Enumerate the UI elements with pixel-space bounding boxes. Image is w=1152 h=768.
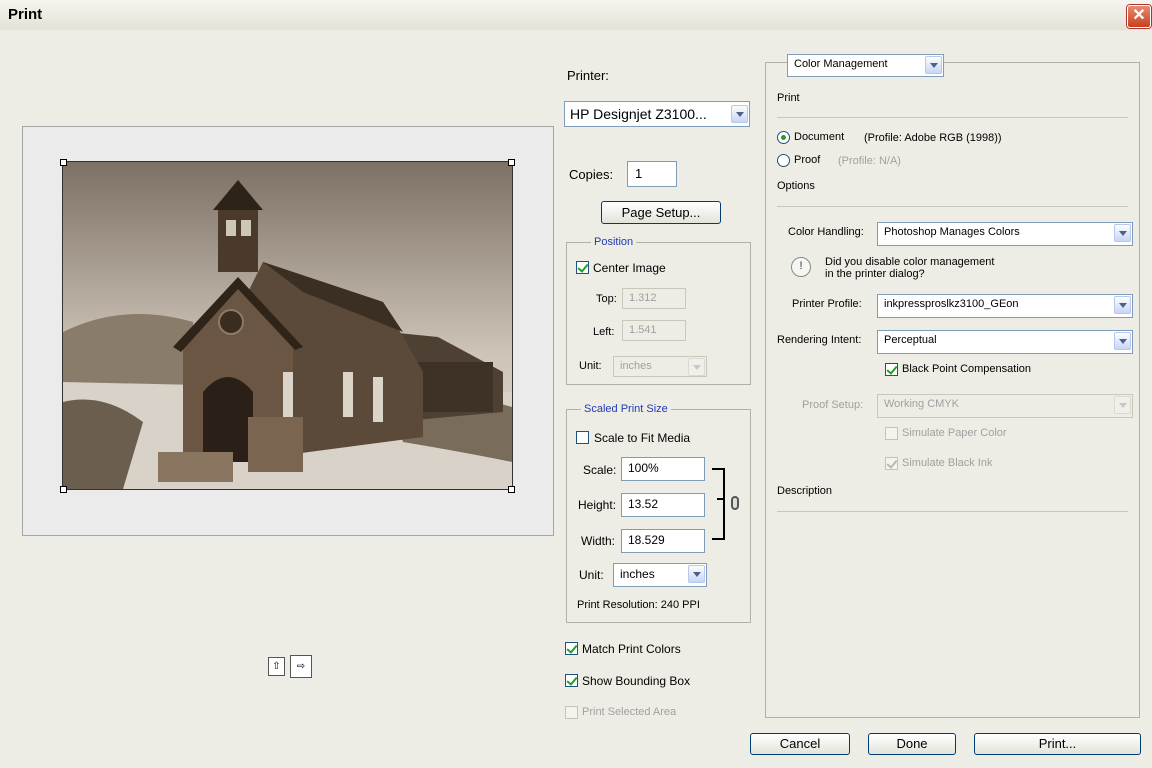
chevron-down-icon: [1114, 224, 1131, 242]
color-handling-select[interactable]: Photoshop Manages Colors: [877, 222, 1133, 246]
scaled-unit-select[interactable]: inches: [613, 563, 707, 587]
proof-setup-label: Proof Setup:: [802, 399, 864, 411]
rendering-intent-value: Perceptual: [884, 334, 937, 346]
preview-image[interactable]: [62, 161, 513, 490]
rendering-intent-label: Rendering Intent:: [777, 334, 862, 346]
match-print-colors-checkbox[interactable]: [565, 642, 578, 655]
print-heading: Print: [777, 92, 800, 104]
chevron-down-icon: [1114, 396, 1131, 414]
simulate-paper-color-label: Simulate Paper Color: [902, 427, 1007, 439]
simulate-paper-color-checkbox[interactable]: [885, 427, 898, 440]
done-button[interactable]: Done: [868, 733, 956, 755]
printer-profile-label: Printer Profile:: [792, 298, 862, 310]
center-image-checkbox[interactable]: [576, 261, 589, 274]
printer-value: HP Designjet Z3100...: [570, 106, 707, 122]
landscape-orientation-icon[interactable]: ⇨: [290, 655, 312, 678]
printer-select[interactable]: HP Designjet Z3100...: [564, 101, 750, 127]
chevron-down-icon: [731, 105, 748, 123]
printer-profile-select[interactable]: inkpressproslkz3100_GEon: [877, 294, 1133, 318]
document-radio[interactable]: [777, 131, 790, 144]
description-heading: Description: [777, 485, 833, 497]
church-photo: [63, 162, 512, 489]
divider: [777, 206, 1128, 207]
chevron-down-icon: [1114, 332, 1131, 350]
print-button[interactable]: Print...: [974, 733, 1141, 755]
simulate-black-ink-checkbox[interactable]: [885, 457, 898, 470]
proof-profile: (Profile: N/A): [838, 155, 901, 167]
proof-radio[interactable]: [777, 154, 790, 167]
position-unit-value: inches: [620, 360, 652, 372]
warning-icon: !: [791, 257, 811, 277]
position-title: Position: [591, 236, 637, 248]
height-input[interactable]: 13.52: [621, 493, 705, 517]
copies-input[interactable]: 1: [627, 161, 677, 187]
options-heading: Options: [777, 180, 815, 192]
scaled-unit-label: Unit:: [579, 568, 604, 582]
scale-to-fit-checkbox[interactable]: [576, 431, 589, 444]
close-button[interactable]: ✕: [1127, 5, 1151, 28]
width-input[interactable]: 18.529: [621, 529, 705, 553]
title-bar: Print ✕: [0, 0, 1152, 31]
chevron-down-icon: [688, 565, 705, 583]
scale-input[interactable]: 100%: [621, 457, 705, 481]
print-resolution: Print Resolution: 240 PPI: [577, 599, 700, 611]
proof-label: Proof: [794, 154, 821, 166]
cancel-button[interactable]: Cancel: [750, 733, 850, 755]
proportion-bracket-tick: [717, 498, 725, 500]
panel-mode-select[interactable]: Color Management: [787, 54, 944, 77]
portrait-orientation-icon[interactable]: ⇧: [268, 657, 285, 676]
match-print-colors-label: Match Print Colors: [582, 642, 681, 656]
color-management-panel: [765, 62, 1140, 718]
color-handling-label: Color Handling:: [788, 226, 864, 238]
chevron-down-icon: [688, 358, 705, 376]
color-handling-value: Photoshop Manages Colors: [884, 226, 1020, 238]
bbox-handle[interactable]: [60, 159, 67, 166]
proof-setup-select[interactable]: Working CMYK: [877, 394, 1133, 418]
left-input[interactable]: 1.541: [622, 320, 686, 341]
rendering-intent-select[interactable]: Perceptual: [877, 330, 1133, 354]
top-input[interactable]: 1.312: [622, 288, 686, 309]
black-point-compensation-label: Black Point Compensation: [902, 363, 1032, 375]
bbox-handle[interactable]: [60, 486, 67, 493]
show-bounding-box-checkbox[interactable]: [565, 674, 578, 687]
printer-label: Printer:: [567, 68, 609, 83]
position-unit-label: Unit:: [579, 360, 602, 372]
print-selected-area-checkbox[interactable]: [565, 706, 578, 719]
page-setup-button[interactable]: Page Setup...: [601, 201, 721, 224]
print-selected-area-label: Print Selected Area: [582, 706, 677, 718]
warning-line-1: Did you disable color management: [825, 256, 995, 268]
document-profile: (Profile: Adobe RGB (1998)): [864, 132, 1002, 144]
divider: [777, 511, 1128, 512]
simulate-black-ink-label: Simulate Black Ink: [902, 457, 993, 469]
position-unit-select[interactable]: inches: [613, 356, 707, 377]
scaled-unit-value: inches: [620, 567, 655, 581]
top-label: Top:: [596, 293, 617, 305]
scale-to-fit-label: Scale to Fit Media: [594, 431, 691, 445]
printer-profile-value: inkpressproslkz3100_GEon: [884, 298, 1019, 310]
bbox-handle[interactable]: [508, 486, 515, 493]
width-label: Width:: [581, 534, 616, 548]
proof-setup-value: Working CMYK: [884, 398, 959, 410]
window-title: Print: [8, 6, 43, 23]
scale-label: Scale:: [583, 463, 617, 477]
document-label: Document: [794, 131, 845, 143]
show-bounding-box-label: Show Bounding Box: [582, 674, 691, 688]
black-point-compensation-checkbox[interactable]: [885, 363, 898, 376]
bbox-handle[interactable]: [508, 159, 515, 166]
divider: [777, 117, 1128, 118]
left-label: Left:: [593, 326, 615, 338]
close-icon: ✕: [1132, 7, 1146, 24]
chevron-down-icon: [925, 56, 942, 74]
copies-label: Copies:: [569, 167, 614, 182]
chevron-down-icon: [1114, 296, 1131, 314]
scaled-title: Scaled Print Size: [581, 403, 671, 415]
proportion-bracket: [712, 468, 725, 540]
link-icon[interactable]: [731, 496, 739, 510]
center-image-label: Center Image: [593, 261, 666, 275]
height-label: Height:: [578, 498, 617, 512]
warning-line-2: in the printer dialog?: [825, 268, 925, 280]
panel-mode-value: Color Management: [794, 58, 888, 70]
